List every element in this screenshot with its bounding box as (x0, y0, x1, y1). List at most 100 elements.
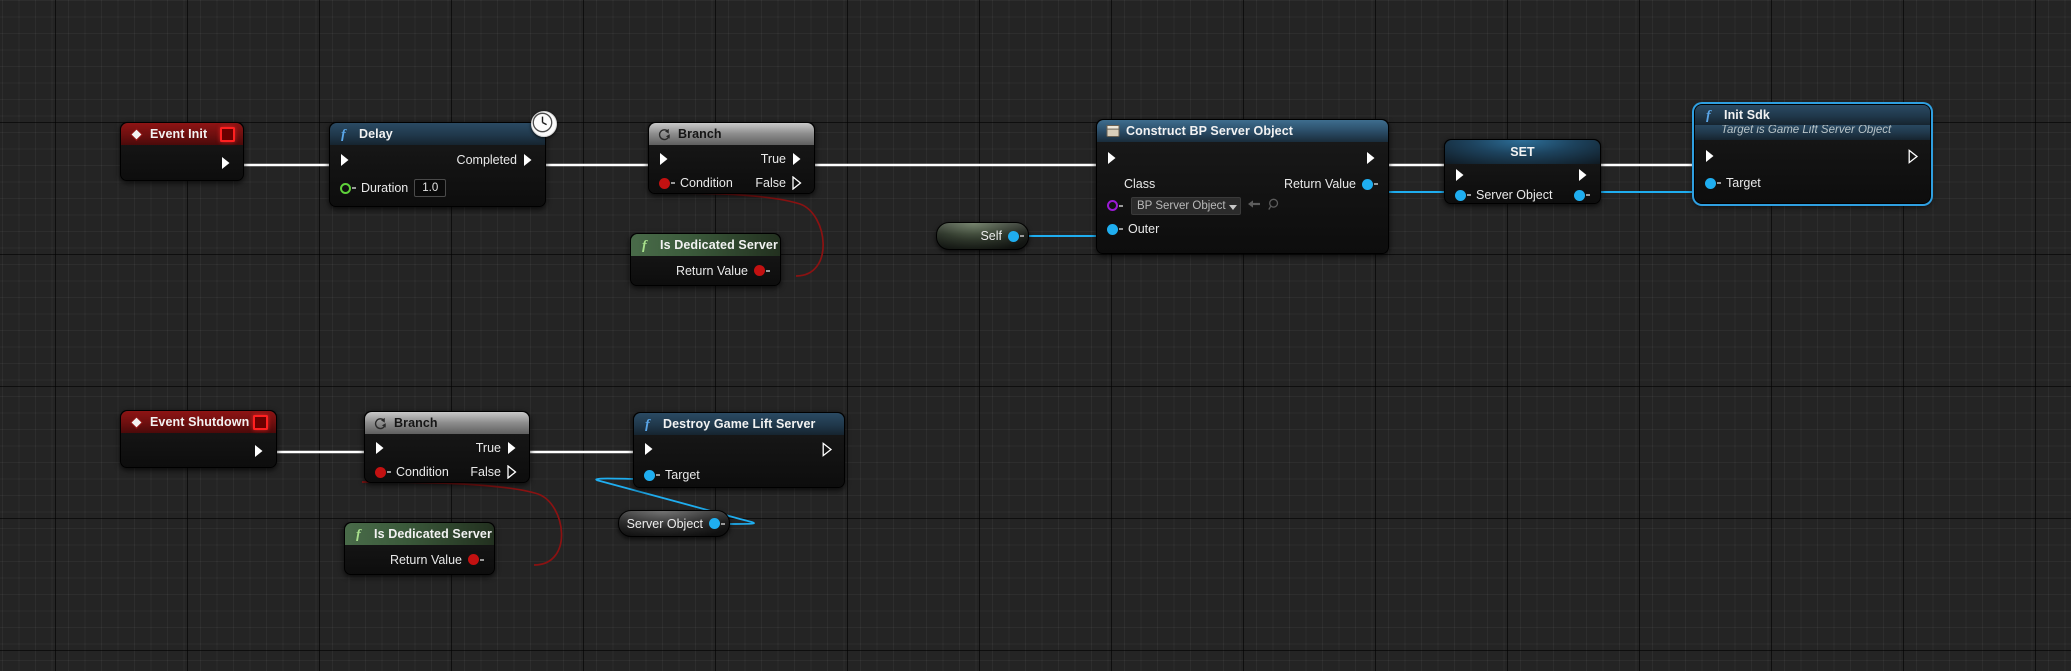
function-f-icon: f (338, 127, 353, 142)
exec-out-pin-completed[interactable] (523, 153, 535, 167)
node-is-dedicated-server-bottom[interactable]: f Is Dedicated Server Return Value (344, 522, 495, 575)
node-is-dedicated-server-bottom-title-bar: f Is Dedicated Server (345, 523, 494, 545)
node-branch-bottom-exec-row: True (365, 434, 529, 461)
branch-arrow-icon (373, 416, 388, 431)
exec-out-pin[interactable] (1908, 149, 1920, 163)
set-output-pin[interactable] (1574, 190, 1585, 201)
exec-out-pin[interactable] (1366, 151, 1378, 165)
node-delay-title-bar: f Delay (330, 123, 545, 145)
function-f-icon: f (353, 527, 368, 542)
node-event-init-title-bar: Event Init (121, 123, 243, 145)
svg-text:f: f (1706, 109, 1712, 123)
svg-text:f: f (341, 128, 347, 142)
exec-out-pin[interactable] (1578, 168, 1590, 182)
branch-true-label: True (761, 152, 786, 166)
duration-input-pin[interactable] (340, 183, 351, 194)
node-branch-bottom-condition-row: Condition False (365, 461, 529, 482)
function-f-icon: f (1703, 108, 1718, 123)
graph-grid-major (0, 0, 2071, 671)
node-construct-bp-server-object[interactable]: Construct BP Server Object Class Return … (1096, 119, 1389, 254)
self-out-pin[interactable] (1008, 231, 1019, 242)
exec-in-pin[interactable] (340, 153, 352, 167)
node-delay-duration-label: Duration (361, 181, 408, 195)
server-object-out-pin[interactable] (709, 518, 720, 529)
target-input-pin[interactable] (1705, 178, 1716, 189)
node-construct-class-value-row: BP Server Object (1097, 194, 1388, 217)
node-destroy-game-lift-server[interactable]: f Destroy Game Lift Server Target (633, 412, 845, 488)
blueprint-graph-canvas[interactable]: Event Init f Delay (0, 0, 2071, 671)
exec-in-pin[interactable] (375, 441, 387, 455)
branch-arrow-icon (657, 127, 672, 142)
node-init-sdk-title: Init Sdk (1724, 108, 1770, 122)
node-event-shutdown[interactable]: Event Shutdown (120, 410, 277, 468)
magnifier-icon[interactable] (1268, 198, 1281, 214)
set-input-pin[interactable] (1455, 190, 1466, 201)
construct-return-value-label: Return Value (1284, 177, 1356, 191)
node-init-sdk-title-bar: f Init Sdk (1695, 105, 1930, 125)
event-red-square-icon (253, 415, 268, 430)
svg-text:f: f (356, 528, 362, 542)
class-label: Class (1124, 177, 1155, 191)
node-init-sdk-subtitle: Target is Game Lift Server Object (1695, 124, 1930, 140)
node-set-title: SET (1510, 145, 1535, 159)
node-construct-outer-row: Outer (1097, 217, 1388, 241)
exec-out-pin-false[interactable] (507, 465, 519, 479)
return-value-label: Return Value (390, 553, 462, 567)
exec-in-pin[interactable] (1455, 168, 1467, 182)
node-branch-top[interactable]: Branch True Condition False (648, 122, 815, 194)
return-value-pin[interactable] (754, 265, 765, 276)
chevron-down-icon (1229, 205, 1237, 210)
node-is-dedicated-server-top[interactable]: f Is Dedicated Server Return Value (630, 233, 781, 286)
node-delay[interactable]: f Delay Completed Duration 1.0 (329, 122, 546, 207)
node-self-label: Self (980, 229, 1002, 243)
node-construct-title-bar: Construct BP Server Object (1097, 120, 1388, 142)
node-branch-bottom[interactable]: Branch True Condition False (364, 411, 530, 483)
set-pin-label: Server Object (1476, 188, 1552, 202)
condition-input-pin[interactable] (659, 178, 670, 189)
node-is-dedicated-server-bottom-return-row: Return Value (345, 545, 494, 574)
node-event-shutdown-title: Event Shutdown (150, 415, 249, 429)
branch-condition-label: Condition (396, 465, 449, 479)
node-branch-top-exec-row: True (649, 145, 814, 172)
browse-arrow-icon[interactable] (1247, 198, 1262, 213)
outer-input-pin[interactable] (1107, 224, 1118, 235)
node-event-init[interactable]: Event Init (120, 122, 244, 181)
function-f-icon: f (639, 238, 654, 253)
event-diamond-icon (129, 415, 144, 430)
node-delay-exec-row: Completed (330, 145, 545, 175)
node-delay-duration-row: Duration 1.0 (330, 175, 545, 201)
exec-in-pin[interactable] (644, 442, 656, 456)
return-value-pin[interactable] (468, 554, 479, 565)
exec-in-pin[interactable] (1705, 149, 1717, 163)
node-self[interactable]: Self (936, 222, 1029, 250)
node-init-sdk-exec-row (1695, 140, 1930, 171)
class-input-pin[interactable] (1107, 200, 1118, 211)
svg-text:f: f (645, 418, 651, 432)
class-dropdown-value: BP Server Object (1137, 200, 1226, 212)
exec-in-pin[interactable] (1107, 151, 1119, 165)
exec-in-pin[interactable] (659, 152, 671, 166)
node-branch-top-condition-row: Condition False (649, 172, 814, 193)
target-label: Target (1726, 176, 1761, 190)
construct-return-value-pin[interactable] (1362, 179, 1373, 190)
duration-value-field[interactable]: 1.0 (414, 179, 446, 197)
target-input-pin[interactable] (644, 470, 655, 481)
exec-out-pin-true[interactable] (792, 152, 804, 166)
condition-input-pin[interactable] (375, 467, 386, 478)
node-init-sdk[interactable]: f Init Sdk Target is Game Lift Server Ob… (1694, 104, 1931, 204)
exec-out-pin[interactable] (822, 442, 834, 456)
node-delay-completed-label: Completed (457, 153, 517, 167)
exec-out-pin[interactable] (221, 156, 233, 170)
function-f-icon: f (642, 417, 657, 432)
node-is-dedicated-server-top-title-bar: f Is Dedicated Server (631, 234, 780, 256)
class-dropdown[interactable]: BP Server Object (1131, 197, 1241, 215)
node-set-server-object[interactable]: SET Server Object (1444, 139, 1601, 204)
node-server-object-variable[interactable]: Server Object (618, 510, 730, 537)
exec-out-pin-true[interactable] (507, 441, 519, 455)
exec-out-pin-false[interactable] (792, 176, 804, 190)
node-construct-exec-row (1097, 142, 1388, 174)
node-is-dedicated-server-bottom-title: Is Dedicated Server (374, 527, 492, 541)
node-destroy-exec-row (634, 435, 844, 463)
class-box-icon (1105, 124, 1120, 139)
exec-out-pin[interactable] (254, 444, 266, 458)
